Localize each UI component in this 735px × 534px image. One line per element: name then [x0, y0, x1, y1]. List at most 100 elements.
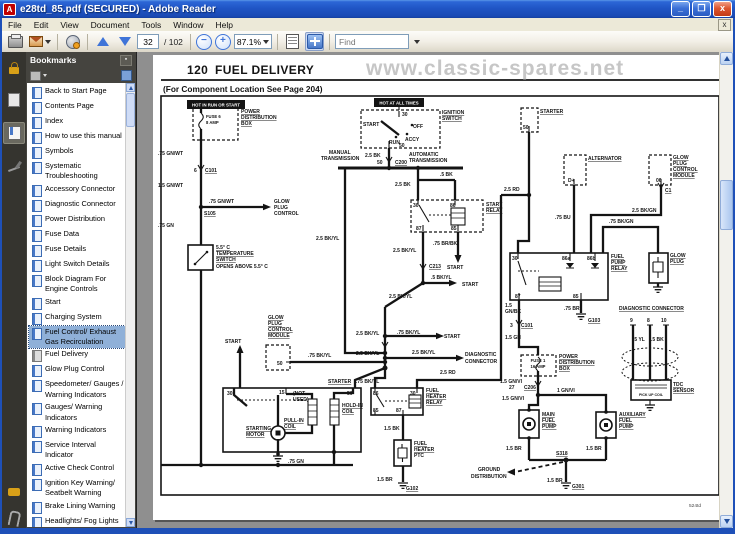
panel-menu-button[interactable]: ▪ [120, 55, 132, 66]
bookmarks-panel-button[interactable] [3, 122, 25, 144]
bookmark-item[interactable]: Diagnostic Connector [29, 198, 125, 213]
diagram-label: 50 [377, 160, 383, 166]
diagram-label: C101 [521, 323, 533, 329]
collaborate-button[interactable] [63, 32, 82, 51]
bookmark-page-icon [32, 117, 42, 129]
bookmark-item[interactable]: Warning Indicators [29, 424, 125, 439]
bookmark-item[interactable]: Start [29, 296, 125, 311]
diagram-label: 8 AMP [206, 120, 219, 125]
diagram-label: .75 BR [564, 306, 580, 312]
bookmark-options-button[interactable] [30, 71, 47, 81]
email-button[interactable] [28, 32, 52, 51]
menu-tools[interactable]: Tools [135, 20, 167, 30]
diagram-label: 30 [413, 203, 419, 209]
bookmark-item-label: Ignition Key Warning/ Seatbelt Warning [45, 478, 124, 499]
bookmark-item-label: Active Check Control [45, 463, 114, 473]
scrollbar-thumb[interactable] [126, 93, 135, 127]
bookmark-item[interactable]: Accessory Connector [29, 183, 125, 198]
diagram-label: MODULE [673, 173, 695, 179]
bookmark-item[interactable]: Gauges/ Warning Indicators [29, 401, 125, 424]
diagram-label: FUEL DELIVERY [215, 63, 314, 77]
bookmark-item[interactable]: Headlights/ Fog Lights [29, 515, 125, 527]
scroll-down-button[interactable] [720, 515, 733, 528]
close-button[interactable]: x [713, 1, 732, 17]
pages-panel-button[interactable] [4, 90, 24, 110]
menu-edit[interactable]: Edit [28, 20, 55, 30]
page-width-button[interactable] [283, 32, 302, 51]
bookmark-item[interactable]: Fuel Delivery [29, 348, 125, 363]
bookmark-item-label: Glow Plug Control [45, 364, 105, 374]
previous-page-button[interactable] [93, 32, 112, 51]
triangle-down-icon [129, 521, 133, 525]
diagram-wires [161, 108, 666, 482]
scroll-up-button[interactable] [720, 52, 733, 65]
bookmark-item[interactable]: Speedometer/ Gauges / Warning Indicators [29, 378, 125, 401]
diagram-label: START [444, 334, 460, 340]
document-pane[interactable]: 120FUEL DELIVERYwww.classic-spares.net(F… [137, 52, 733, 528]
restore-button[interactable]: ❐ [692, 1, 711, 17]
attachments-panel-button[interactable] [4, 508, 24, 528]
bookmark-item[interactable]: Service Interval Indicator [29, 439, 125, 462]
bookmark-item[interactable]: Contents Page [29, 100, 125, 115]
menu-help[interactable]: Help [209, 20, 238, 30]
bookmark-item-label: Contents Page [45, 101, 94, 111]
page-number-input[interactable] [137, 34, 159, 49]
bookmark-item-label: Fuel Delivery [45, 349, 88, 359]
zoom-in-button[interactable]: + [215, 34, 231, 50]
scroll-down-button[interactable] [126, 518, 135, 527]
menu-window[interactable]: Window [167, 20, 209, 30]
bookmark-item-label: How to use this manual [45, 131, 122, 141]
title-bar[interactable]: A e28td_85.pdf (SECURED) - Adobe Reader … [0, 0, 735, 18]
bookmark-item[interactable]: Symbols [29, 145, 125, 160]
diagram-label: 2.5 BK/GN [632, 208, 657, 214]
bookmark-item[interactable]: Fuse Details [29, 243, 125, 258]
bookmark-item[interactable]: Charging System [29, 311, 125, 326]
full-screen-button[interactable] [305, 32, 324, 51]
bookmark-item[interactable]: Fuel Control/ Exhaust Gas Recirculation [29, 326, 125, 349]
bookmark-item[interactable]: Ignition Key Warning/ Seatbelt Warning [29, 477, 125, 500]
bookmark-item[interactable]: How to use this manual [29, 130, 125, 145]
expand-current-bookmark-button[interactable] [121, 70, 132, 81]
bookmark-page-icon [32, 260, 42, 272]
diagram-label: D+ [568, 178, 575, 184]
menu-file[interactable]: File [2, 20, 28, 30]
diagram-label: GN/BK [505, 309, 522, 315]
diagram-label: 86 [373, 391, 379, 397]
menu-document[interactable]: Document [85, 20, 136, 30]
diagram-label: .75 BK/YL [308, 353, 331, 359]
signatures-panel-button[interactable] [4, 156, 24, 176]
triangle-up-icon [724, 56, 730, 61]
bookmark-item[interactable]: Systematic Troubleshooting [29, 160, 125, 183]
chevron-down-icon [43, 74, 47, 77]
comments-panel-button[interactable] [4, 476, 24, 496]
diagram-label: .75 GN/WT [158, 151, 183, 157]
find-input[interactable] [335, 34, 409, 49]
document-scrollbar[interactable] [719, 52, 733, 528]
zoom-level-select[interactable]: 87.1% [234, 34, 272, 49]
bookmark-item[interactable]: Index [29, 115, 125, 130]
zoom-out-button[interactable]: − [196, 34, 212, 50]
security-panel-button[interactable] [4, 58, 24, 78]
bookmark-page-icon [32, 380, 42, 392]
close-document-button[interactable]: x [718, 19, 731, 31]
scrollbar-thumb[interactable] [720, 180, 733, 230]
bookmark-item[interactable]: Light Switch Details [29, 258, 125, 273]
bookmark-item[interactable]: Glow Plug Control [29, 363, 125, 378]
diagram-label: .75 GN [158, 223, 174, 229]
diagram-label: MODULE [268, 333, 290, 339]
bookmark-page-icon [32, 215, 42, 227]
bookmark-item[interactable]: Back to Start Page [29, 85, 125, 100]
minimize-button[interactable]: _ [671, 1, 690, 17]
diagram-label: PLUG [670, 259, 684, 265]
menu-view[interactable]: View [54, 20, 84, 30]
bookmark-item[interactable]: Fuse Data [29, 228, 125, 243]
bookmark-item-label: Symbols [45, 146, 73, 156]
scroll-up-button[interactable] [126, 83, 135, 92]
bookmark-item[interactable]: Brake Lining Warning [29, 500, 125, 515]
next-page-button[interactable] [115, 32, 134, 51]
print-button[interactable] [6, 32, 25, 51]
bookmark-item[interactable]: Power Distribution [29, 213, 125, 228]
bookmarks-scrollbar[interactable] [125, 83, 135, 527]
bookmark-item[interactable]: Active Check Control [29, 462, 125, 477]
bookmark-item[interactable]: Block Diagram For Engine Controls [29, 273, 125, 296]
